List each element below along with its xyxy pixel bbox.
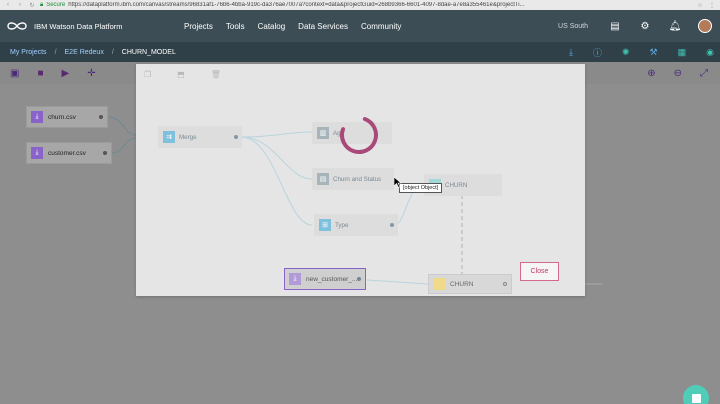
node-label: customer.csv [48,149,86,157]
output-port[interactable] [503,282,507,286]
loading-spinner-icon [340,116,378,154]
output-port[interactable] [103,151,107,155]
node-label: new_customer_... [306,275,358,283]
help-chat-button[interactable] [683,385,709,404]
bar-chart-icon: ▥ [317,127,329,139]
output-port[interactable] [234,135,238,139]
node-label: CHURN [450,280,474,288]
merge-icon: ⇉ [163,131,175,143]
node-churn-apply[interactable]: CHURN [428,274,512,294]
table-icon: ▤ [317,173,329,185]
node-churn-csv[interactable]: ⤓ churn.csv [26,106,108,128]
type-icon: ⊞ [319,219,331,231]
model-nugget-icon [433,278,445,290]
import-icon: ⤓ [31,147,43,159]
tooltip: [object Object] [399,183,443,193]
mouse-cursor-icon [394,177,402,188]
import-icon: ⤓ [31,111,43,123]
output-port[interactable] [357,277,361,281]
import-icon: ⤓ [289,273,301,285]
chat-icon [691,393,701,403]
node-label: churn.csv [48,113,76,121]
node-label: CHURN [445,181,468,189]
model-dialog: ❐ ⬒ 🗑︎ ⇉ Merge ▥ Ag ▤ Churn and Status ◆… [136,64,585,296]
node-type[interactable]: ⊞ Type [314,214,398,236]
node-merge[interactable]: ⇉ Merge [158,126,242,148]
node-label: Churn and Status [333,175,382,183]
node-new-customer[interactable]: ⤓ new_customer_... [284,268,366,290]
output-port[interactable] [390,223,394,227]
node-churn-and-status[interactable]: ▤ Churn and Status [312,168,394,190]
node-label: Type [335,221,349,229]
node-label: Merge [179,133,197,141]
close-button[interactable]: Close [520,262,559,281]
output-port[interactable] [99,115,103,119]
node-customer-csv[interactable]: ⤓ customer.csv [26,142,112,164]
